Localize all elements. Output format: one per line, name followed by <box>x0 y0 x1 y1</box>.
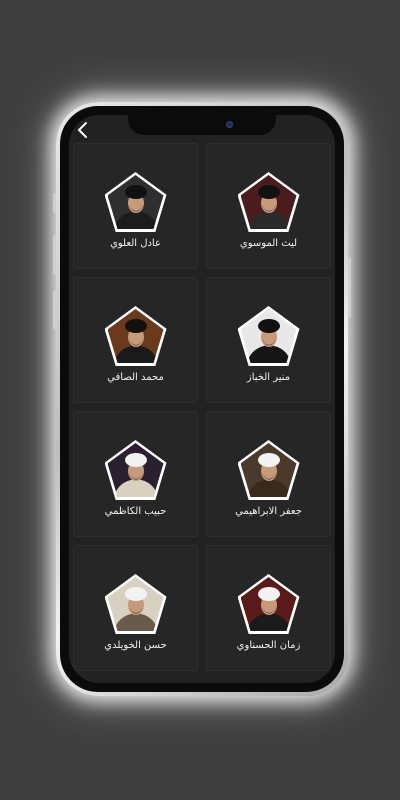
scholar-avatar <box>104 172 167 232</box>
portrait-icon <box>240 443 297 497</box>
app-background: ليث الموسوي عادل العلوي منير الخباز محمد ال… <box>0 0 400 800</box>
scholar-name: حسن الخويلدي <box>104 640 167 651</box>
scholar-name: عادل العلوي <box>110 238 161 249</box>
scholar-name: جعفر الابراهيمي <box>235 506 302 517</box>
scholar-avatar <box>104 574 167 634</box>
scholar-name: حبيب الكاظمي <box>104 506 167 517</box>
scholar-card[interactable]: حسن الخويلدي <box>73 545 198 671</box>
notch <box>128 115 276 135</box>
scholar-avatar <box>237 440 300 500</box>
portrait-icon <box>240 309 297 363</box>
portrait-icon <box>240 577 297 631</box>
avatar-image <box>107 309 164 363</box>
scholar-name: ليث الموسوي <box>239 238 298 249</box>
scholar-card[interactable]: منير الخباز <box>206 277 331 403</box>
scholar-card[interactable]: زمان الحسناوي <box>206 545 331 671</box>
portrait-icon <box>240 175 297 229</box>
scholar-avatar <box>237 306 300 366</box>
scholar-card[interactable]: جعفر الابراهيمي <box>206 411 331 537</box>
chevron-left-icon <box>78 122 87 138</box>
scholar-avatar <box>104 440 167 500</box>
avatar-image <box>107 443 164 497</box>
avatar-image <box>240 309 297 363</box>
avatar-image <box>107 577 164 631</box>
scholar-card[interactable]: حبيب الكاظمي <box>73 411 198 537</box>
scholar-avatar <box>237 574 300 634</box>
back-button[interactable] <box>73 119 95 141</box>
scholar-card[interactable]: ليث الموسوي <box>206 143 331 269</box>
scholars-grid: ليث الموسوي عادل العلوي منير الخباز محمد ال… <box>69 143 335 683</box>
portrait-icon <box>107 577 164 631</box>
phone-frame: ليث الموسوي عادل العلوي منير الخباز محمد ال… <box>56 102 348 696</box>
scholar-name: منير الخباز <box>246 372 291 383</box>
avatar-image <box>240 175 297 229</box>
avatar-image <box>107 175 164 229</box>
avatar-image <box>240 443 297 497</box>
portrait-icon <box>107 443 164 497</box>
phone-screen: ليث الموسوي عادل العلوي منير الخباز محمد ال… <box>69 115 335 683</box>
scholar-name: زمان الحسناوي <box>236 640 301 651</box>
avatar-image <box>240 577 297 631</box>
portrait-icon <box>107 175 164 229</box>
scholar-card[interactable]: عادل العلوي <box>73 143 198 269</box>
phone-bezel: ليث الموسوي عادل العلوي منير الخباز محمد ال… <box>60 106 344 692</box>
scholar-card[interactable]: محمد الصافي <box>73 277 198 403</box>
camera-icon <box>226 121 233 128</box>
scholar-avatar <box>237 172 300 232</box>
scholar-name: محمد الصافي <box>107 372 164 383</box>
portrait-icon <box>107 309 164 363</box>
scholar-avatar <box>104 306 167 366</box>
